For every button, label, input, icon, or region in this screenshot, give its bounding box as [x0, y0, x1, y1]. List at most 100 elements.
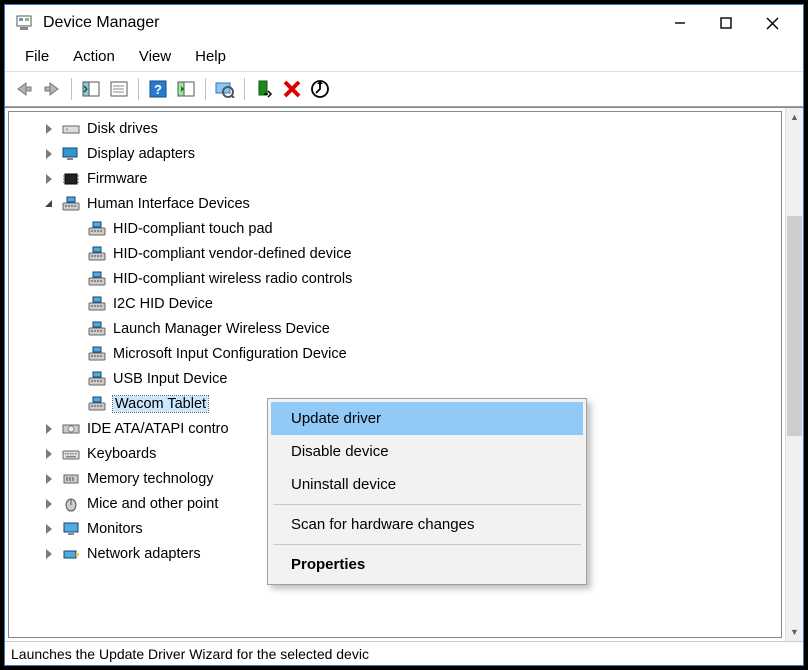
- firmware-icon: [61, 170, 81, 188]
- menu-file[interactable]: File: [13, 44, 61, 69]
- scan-hardware-button[interactable]: [212, 76, 238, 102]
- show-hide-tree-button[interactable]: [78, 76, 104, 102]
- collapse-icon[interactable]: [41, 197, 55, 211]
- tree-item-hid-vendor[interactable]: HID-compliant vendor-defined device: [9, 241, 781, 266]
- toolbar-separator: [138, 78, 139, 100]
- tree-label: Mice and other point: [87, 496, 218, 512]
- tree-label: HID-compliant wireless radio controls: [113, 271, 352, 287]
- hid-icon: [87, 320, 107, 338]
- expand-icon[interactable]: [41, 422, 55, 436]
- tree-item-hid[interactable]: Human Interface Devices: [9, 191, 781, 216]
- tree-label: Memory technology: [87, 471, 214, 487]
- tree-label: Monitors: [87, 521, 143, 537]
- tree-label: Keyboards: [87, 446, 156, 462]
- menubar: File Action View Help: [5, 41, 803, 71]
- expand-icon[interactable]: [41, 497, 55, 511]
- tree-item-launch-manager[interactable]: Launch Manager Wireless Device: [9, 316, 781, 341]
- maximize-button[interactable]: [703, 8, 749, 38]
- ide-controller-icon: [61, 420, 81, 438]
- tree-label: HID-compliant touch pad: [113, 221, 273, 237]
- minimize-button[interactable]: [657, 8, 703, 38]
- scroll-up-button[interactable]: ▲: [786, 108, 803, 126]
- tree-label: Disk drives: [87, 121, 158, 137]
- context-menu-disable-device[interactable]: Disable device: [271, 435, 583, 468]
- context-menu-properties[interactable]: Properties: [271, 548, 583, 581]
- tree-label: Human Interface Devices: [87, 196, 250, 212]
- scroll-down-button[interactable]: ▼: [786, 623, 803, 641]
- hid-icon: [87, 220, 107, 238]
- tree-label: Microsoft Input Configuration Device: [113, 346, 347, 362]
- tree-item-hid-wireless-radio[interactable]: HID-compliant wireless radio controls: [9, 266, 781, 291]
- tree-item-firmware[interactable]: Firmware: [9, 166, 781, 191]
- mouse-icon: [61, 495, 81, 513]
- forward-button[interactable]: [39, 76, 65, 102]
- disk-drive-icon: [61, 120, 81, 138]
- menu-action[interactable]: Action: [61, 44, 127, 69]
- vertical-scrollbar[interactable]: ▲ ▼: [785, 108, 803, 641]
- titlebar: Device Manager: [5, 5, 803, 41]
- tree-item-disk-drives[interactable]: Disk drives: [9, 116, 781, 141]
- tree-label: Launch Manager Wireless Device: [113, 321, 330, 337]
- context-menu-scan-hardware[interactable]: Scan for hardware changes: [271, 508, 583, 541]
- tree-item-i2c-hid[interactable]: I2C HID Device: [9, 291, 781, 316]
- menu-help[interactable]: Help: [183, 44, 238, 69]
- tree-label: Wacom Tablet: [113, 396, 208, 412]
- toolbar-separator: [244, 78, 245, 100]
- hid-icon: [87, 270, 107, 288]
- hid-icon: [87, 295, 107, 313]
- expand-icon[interactable]: [41, 522, 55, 536]
- context-menu-separator: [273, 544, 581, 545]
- content-area: Disk drives Display adapters Firmware Hu…: [5, 107, 803, 641]
- expand-icon[interactable]: [41, 172, 55, 186]
- window-title: Device Manager: [43, 14, 657, 32]
- expand-icon[interactable]: [41, 447, 55, 461]
- memory-icon: [61, 470, 81, 488]
- tree-item-ms-input-config[interactable]: Microsoft Input Configuration Device: [9, 341, 781, 366]
- tree-item-usb-input[interactable]: USB Input Device: [9, 366, 781, 391]
- update-driver-button[interactable]: [251, 76, 277, 102]
- properties-button[interactable]: [106, 76, 132, 102]
- statusbar: Launches the Update Driver Wizard for th…: [5, 641, 803, 665]
- hid-icon: [61, 195, 81, 213]
- app-icon: [15, 14, 33, 32]
- disable-button[interactable]: [307, 76, 333, 102]
- tree-label: Firmware: [87, 171, 147, 187]
- scroll-thumb[interactable]: [787, 216, 802, 436]
- tree-label: I2C HID Device: [113, 296, 213, 312]
- tree-label: HID-compliant vendor-defined device: [113, 246, 352, 262]
- device-manager-window: Device Manager File Action View Help ?: [4, 4, 804, 666]
- context-menu-uninstall-device[interactable]: Uninstall device: [271, 468, 583, 501]
- monitor-icon: [61, 520, 81, 538]
- tree-item-hid-touchpad[interactable]: HID-compliant touch pad: [9, 216, 781, 241]
- context-menu-separator: [273, 504, 581, 505]
- action-button[interactable]: [173, 76, 199, 102]
- tree-label: USB Input Device: [113, 371, 227, 387]
- help-button[interactable]: ?: [145, 76, 171, 102]
- tree-item-display-adapters[interactable]: Display adapters: [9, 141, 781, 166]
- toolbar-separator: [205, 78, 206, 100]
- display-adapter-icon: [61, 145, 81, 163]
- menu-view[interactable]: View: [127, 44, 183, 69]
- toolbar: ?: [5, 71, 803, 107]
- hid-icon: [87, 395, 107, 413]
- svg-text:?: ?: [154, 82, 162, 97]
- expand-icon[interactable]: [41, 147, 55, 161]
- hid-icon: [87, 245, 107, 263]
- network-adapter-icon: [61, 545, 81, 563]
- toolbar-separator: [71, 78, 72, 100]
- back-button[interactable]: [11, 76, 37, 102]
- expand-icon[interactable]: [41, 472, 55, 486]
- keyboard-icon: [61, 445, 81, 463]
- scroll-track[interactable]: [786, 126, 803, 623]
- context-menu: Update driver Disable device Uninstall d…: [267, 398, 587, 585]
- hid-icon: [87, 345, 107, 363]
- hid-icon: [87, 370, 107, 388]
- tree-label: Network adapters: [87, 546, 201, 562]
- tree-label: IDE ATA/ATAPI contro: [87, 421, 229, 437]
- expand-icon[interactable]: [41, 547, 55, 561]
- uninstall-button[interactable]: [279, 76, 305, 102]
- expand-icon[interactable]: [41, 122, 55, 136]
- tree-label: Display adapters: [87, 146, 195, 162]
- close-button[interactable]: [749, 8, 795, 38]
- context-menu-update-driver[interactable]: Update driver: [271, 402, 583, 435]
